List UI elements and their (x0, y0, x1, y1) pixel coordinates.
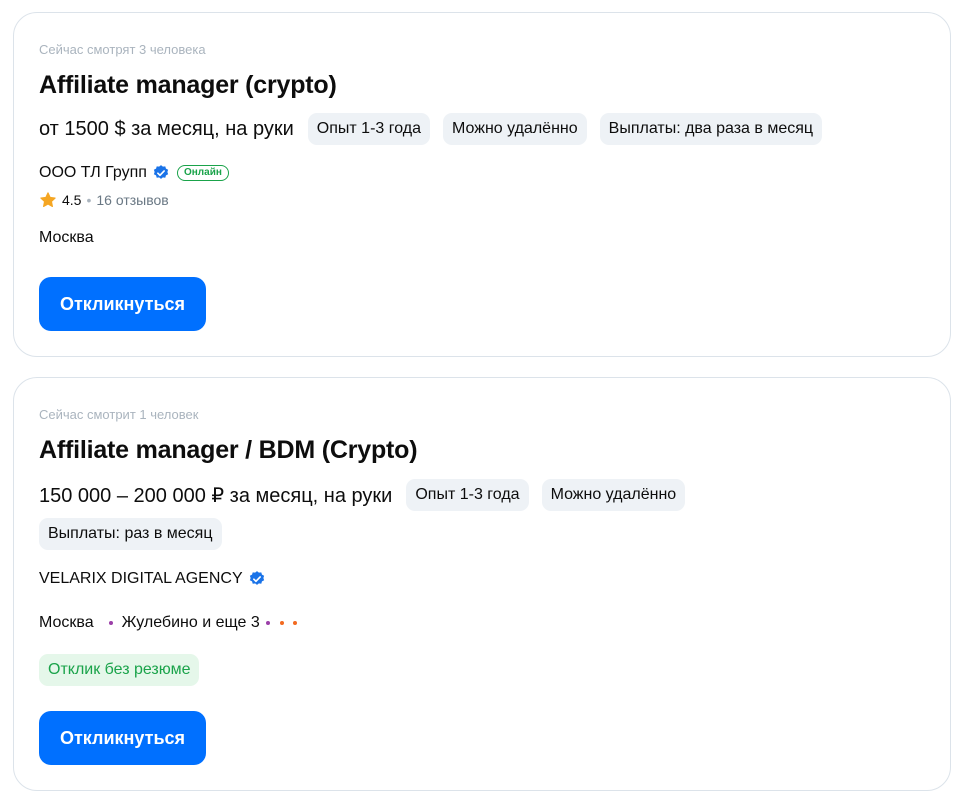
metro-station[interactable]: Жулебино и еще 3 (122, 614, 260, 632)
vacancy-title[interactable]: Affiliate manager (crypto) (39, 71, 337, 100)
city: Москва (39, 229, 94, 246)
company-name[interactable]: VELARIX DIGITAL AGENCY (39, 570, 243, 588)
viewers-count: Сейчас смотрит 1 человек (39, 407, 199, 422)
location-row: Москва (39, 229, 94, 247)
no-resume-badge: Отклик без резюме (39, 654, 200, 686)
tag-experience: Опыт 1-3 года (406, 479, 529, 511)
company-row: ООО ТЛ Групп Онлайн (39, 164, 229, 182)
rating-value: 4.5 (62, 192, 82, 208)
tag-remote: Можно удалённо (541, 479, 686, 511)
metro-dot-icon (108, 621, 113, 625)
star-icon (40, 192, 56, 208)
city: Москва (39, 614, 94, 631)
salary: 150 000 – 200 000 ₽ за месяц, на руки (39, 484, 393, 507)
verified-badge-icon (249, 571, 264, 585)
location-row: Москва Жулебино и еще 3 (39, 614, 297, 632)
vacancy-card-2[interactable]: Сейчас смотрит 1 человек Affiliate manag… (13, 377, 951, 791)
company-row: VELARIX DIGITAL AGENCY (39, 570, 266, 588)
salary-and-tags-row: от 1500 $ за месяц, на руки Опыт 1-3 год… (39, 113, 823, 145)
metro-dot-icon (265, 621, 270, 625)
salary-and-tags-row: 150 000 – 200 000 ₽ за месяц, на руки Оп… (39, 479, 686, 511)
apply-button[interactable]: Откликнуться (39, 277, 206, 331)
rating-row[interactable]: 4.5 • 16 отзывов (39, 191, 169, 209)
apply-button[interactable]: Откликнуться (39, 711, 206, 765)
metro-dot-icon (279, 621, 284, 625)
tag-experience: Опыт 1-3 года (307, 113, 431, 145)
viewers-count: Сейчас смотрят 3 человека (39, 42, 206, 57)
tag-payments: Выплаты: раз в месяц (39, 518, 222, 550)
verified-badge-icon (153, 165, 169, 179)
tag-remote: Можно удалённо (443, 113, 587, 145)
metro-dot-icon (292, 621, 297, 625)
salary: от 1500 $ за месяц, на руки (39, 117, 294, 140)
vacancy-title[interactable]: Affiliate manager / BDM (Crypto) (39, 436, 418, 465)
online-badge: Онлайн (176, 165, 229, 181)
reviews-count: 16 отзывов (96, 192, 169, 208)
tag-payments: Выплаты: два раза в месяц (599, 113, 823, 145)
vacancy-card-1[interactable]: Сейчас смотрят 3 человека Affiliate mana… (13, 12, 951, 357)
separator-dot: • (86, 192, 92, 208)
company-name[interactable]: ООО ТЛ Групп (39, 164, 147, 182)
